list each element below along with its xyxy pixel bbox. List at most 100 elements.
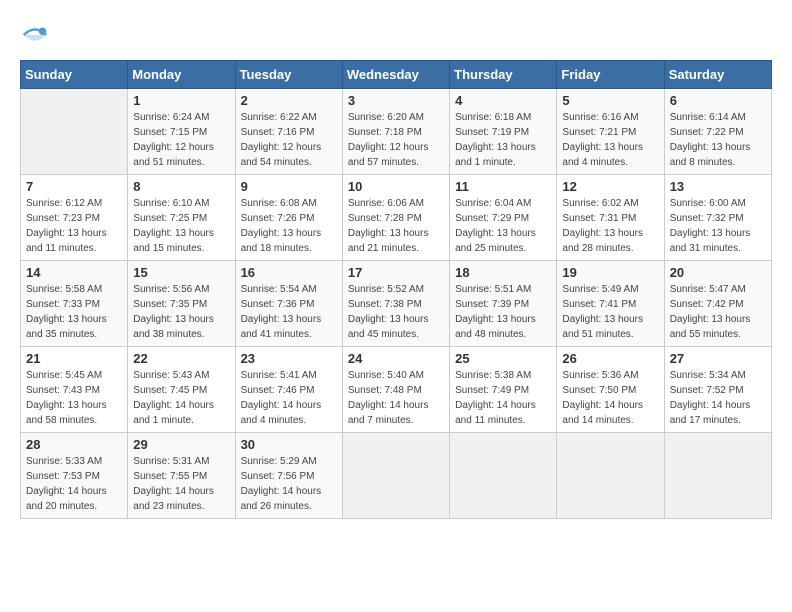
calendar-cell: 27 Sunrise: 5:34 AMSunset: 7:52 PMDayligh… bbox=[664, 347, 771, 433]
calendar-cell: 3 Sunrise: 6:20 AMSunset: 7:18 PMDaylight… bbox=[342, 89, 449, 175]
calendar-cell: 30Sunrise: 5:29 AMSunset: 7:56 PMDayligh… bbox=[235, 433, 342, 519]
day-info: Sunrise: 5:52 AMSunset: 7:38 PMDaylight:… bbox=[348, 282, 444, 342]
week-row-2: 7 Sunrise: 6:12 AMSunset: 7:23 PMDaylight… bbox=[21, 175, 772, 261]
day-info: Sunrise: 6:18 AMSunset: 7:19 PMDaylight:… bbox=[455, 110, 551, 170]
day-number: 22 bbox=[133, 351, 229, 366]
day-number: 11 bbox=[455, 179, 551, 194]
day-info: Sunrise: 6:22 AMSunset: 7:16 PMDaylight:… bbox=[241, 110, 337, 170]
calendar-cell bbox=[450, 433, 557, 519]
day-number: 4 bbox=[455, 93, 551, 108]
calendar-cell: 24 Sunrise: 5:40 AMSunset: 7:48 PMDayligh… bbox=[342, 347, 449, 433]
calendar-cell: 22 Sunrise: 5:43 AMSunset: 7:45 PMDayligh… bbox=[128, 347, 235, 433]
calendar-cell: 19 Sunrise: 5:49 AMSunset: 7:41 PMDayligh… bbox=[557, 261, 664, 347]
day-number: 17 bbox=[348, 265, 444, 280]
week-row-5: 28 Sunrise: 5:33 AMSunset: 7:53 PMDayligh… bbox=[21, 433, 772, 519]
day-info: Sunrise: 6:00 AMSunset: 7:32 PMDaylight:… bbox=[670, 196, 766, 256]
calendar-cell: 21 Sunrise: 5:45 AMSunset: 7:43 PMDayligh… bbox=[21, 347, 128, 433]
calendar-cell: 16Sunrise: 5:54 AMSunset: 7:36 PMDayligh… bbox=[235, 261, 342, 347]
day-info: Sunrise: 6:20 AMSunset: 7:18 PMDaylight:… bbox=[348, 110, 444, 170]
day-number: 7 bbox=[26, 179, 122, 194]
day-info: Sunrise: 6:06 AMSunset: 7:28 PMDaylight:… bbox=[348, 196, 444, 256]
calendar-cell: 18Sunrise: 5:51 AMSunset: 7:39 PMDayligh… bbox=[450, 261, 557, 347]
day-number: 21 bbox=[26, 351, 122, 366]
day-info: Sunrise: 5:40 AMSunset: 7:48 PMDaylight:… bbox=[348, 368, 444, 428]
day-info: Sunrise: 5:36 AMSunset: 7:50 PMDaylight:… bbox=[562, 368, 658, 428]
calendar-cell: 6 Sunrise: 6:14 AMSunset: 7:22 PMDaylight… bbox=[664, 89, 771, 175]
day-number: 24 bbox=[348, 351, 444, 366]
day-info: Sunrise: 5:47 AMSunset: 7:42 PMDaylight:… bbox=[670, 282, 766, 342]
day-number: 26 bbox=[562, 351, 658, 366]
day-info: Sunrise: 6:16 AMSunset: 7:21 PMDaylight:… bbox=[562, 110, 658, 170]
day-number: 3 bbox=[348, 93, 444, 108]
day-info: Sunrise: 5:45 AMSunset: 7:43 PMDaylight:… bbox=[26, 368, 122, 428]
logo bbox=[20, 20, 52, 50]
day-info: Sunrise: 5:38 AMSunset: 7:49 PMDaylight:… bbox=[455, 368, 551, 428]
calendar-cell: 14Sunrise: 5:58 AMSunset: 7:33 PMDayligh… bbox=[21, 261, 128, 347]
calendar-cell bbox=[557, 433, 664, 519]
col-header-saturday: Saturday bbox=[664, 61, 771, 89]
day-number: 1 bbox=[133, 93, 229, 108]
day-info: Sunrise: 6:24 AMSunset: 7:15 PMDaylight:… bbox=[133, 110, 229, 170]
col-header-sunday: Sunday bbox=[21, 61, 128, 89]
day-number: 27 bbox=[670, 351, 766, 366]
calendar-cell: 13 Sunrise: 6:00 AMSunset: 7:32 PMDayligh… bbox=[664, 175, 771, 261]
day-info: Sunrise: 5:31 AMSunset: 7:55 PMDaylight:… bbox=[133, 454, 229, 514]
calendar-cell: 5 Sunrise: 6:16 AMSunset: 7:21 PMDaylight… bbox=[557, 89, 664, 175]
calendar-cell bbox=[664, 433, 771, 519]
day-number: 20 bbox=[670, 265, 766, 280]
logo-icon bbox=[20, 20, 50, 50]
day-number: 28 bbox=[26, 437, 122, 452]
calendar-cell: 17 Sunrise: 5:52 AMSunset: 7:38 PMDayligh… bbox=[342, 261, 449, 347]
calendar-cell: 10Sunrise: 6:06 AMSunset: 7:28 PMDayligh… bbox=[342, 175, 449, 261]
day-number: 12 bbox=[562, 179, 658, 194]
day-info: Sunrise: 6:08 AMSunset: 7:26 PMDaylight:… bbox=[241, 196, 337, 256]
calendar-cell bbox=[21, 89, 128, 175]
day-number: 8 bbox=[133, 179, 229, 194]
day-info: Sunrise: 6:14 AMSunset: 7:22 PMDaylight:… bbox=[670, 110, 766, 170]
day-number: 13 bbox=[670, 179, 766, 194]
day-info: Sunrise: 6:02 AMSunset: 7:31 PMDaylight:… bbox=[562, 196, 658, 256]
calendar-cell: 8 Sunrise: 6:10 AMSunset: 7:25 PMDaylight… bbox=[128, 175, 235, 261]
col-header-thursday: Thursday bbox=[450, 61, 557, 89]
page-header bbox=[20, 20, 772, 50]
calendar-table: SundayMondayTuesdayWednesdayThursdayFrid… bbox=[20, 60, 772, 519]
calendar-cell: 28 Sunrise: 5:33 AMSunset: 7:53 PMDayligh… bbox=[21, 433, 128, 519]
day-number: 15 bbox=[133, 265, 229, 280]
day-number: 5 bbox=[562, 93, 658, 108]
day-info: Sunrise: 5:34 AMSunset: 7:52 PMDaylight:… bbox=[670, 368, 766, 428]
day-info: Sunrise: 5:29 AMSunset: 7:56 PMDaylight:… bbox=[241, 454, 337, 514]
week-row-1: 1 Sunrise: 6:24 AMSunset: 7:15 PMDaylight… bbox=[21, 89, 772, 175]
col-header-friday: Friday bbox=[557, 61, 664, 89]
col-header-monday: Monday bbox=[128, 61, 235, 89]
day-info: Sunrise: 5:33 AMSunset: 7:53 PMDaylight:… bbox=[26, 454, 122, 514]
day-info: Sunrise: 5:56 AMSunset: 7:35 PMDaylight:… bbox=[133, 282, 229, 342]
col-header-wednesday: Wednesday bbox=[342, 61, 449, 89]
calendar-cell: 25 Sunrise: 5:38 AMSunset: 7:49 PMDayligh… bbox=[450, 347, 557, 433]
calendar-cell: 12 Sunrise: 6:02 AMSunset: 7:31 PMDayligh… bbox=[557, 175, 664, 261]
calendar-cell: 4 Sunrise: 6:18 AMSunset: 7:19 PMDaylight… bbox=[450, 89, 557, 175]
calendar-cell: 2 Sunrise: 6:22 AMSunset: 7:16 PMDaylight… bbox=[235, 89, 342, 175]
day-number: 25 bbox=[455, 351, 551, 366]
calendar-cell: 26 Sunrise: 5:36 AMSunset: 7:50 PMDayligh… bbox=[557, 347, 664, 433]
day-number: 9 bbox=[241, 179, 337, 194]
day-info: Sunrise: 5:43 AMSunset: 7:45 PMDaylight:… bbox=[133, 368, 229, 428]
day-number: 19 bbox=[562, 265, 658, 280]
calendar-cell: 29 Sunrise: 5:31 AMSunset: 7:55 PMDayligh… bbox=[128, 433, 235, 519]
day-number: 16 bbox=[241, 265, 337, 280]
day-info: Sunrise: 6:10 AMSunset: 7:25 PMDaylight:… bbox=[133, 196, 229, 256]
week-row-4: 21 Sunrise: 5:45 AMSunset: 7:43 PMDayligh… bbox=[21, 347, 772, 433]
calendar-cell: 1 Sunrise: 6:24 AMSunset: 7:15 PMDaylight… bbox=[128, 89, 235, 175]
day-number: 18 bbox=[455, 265, 551, 280]
calendar-cell: 7 Sunrise: 6:12 AMSunset: 7:23 PMDaylight… bbox=[21, 175, 128, 261]
calendar-cell: 15 Sunrise: 5:56 AMSunset: 7:35 PMDayligh… bbox=[128, 261, 235, 347]
day-number: 2 bbox=[241, 93, 337, 108]
calendar-cell bbox=[342, 433, 449, 519]
day-number: 29 bbox=[133, 437, 229, 452]
calendar-header-row: SundayMondayTuesdayWednesdayThursdayFrid… bbox=[21, 61, 772, 89]
calendar-cell: 23Sunrise: 5:41 AMSunset: 7:46 PMDayligh… bbox=[235, 347, 342, 433]
day-info: Sunrise: 5:49 AMSunset: 7:41 PMDaylight:… bbox=[562, 282, 658, 342]
day-info: Sunrise: 6:12 AMSunset: 7:23 PMDaylight:… bbox=[26, 196, 122, 256]
day-info: Sunrise: 5:58 AMSunset: 7:33 PMDaylight:… bbox=[26, 282, 122, 342]
day-number: 6 bbox=[670, 93, 766, 108]
week-row-3: 14Sunrise: 5:58 AMSunset: 7:33 PMDayligh… bbox=[21, 261, 772, 347]
